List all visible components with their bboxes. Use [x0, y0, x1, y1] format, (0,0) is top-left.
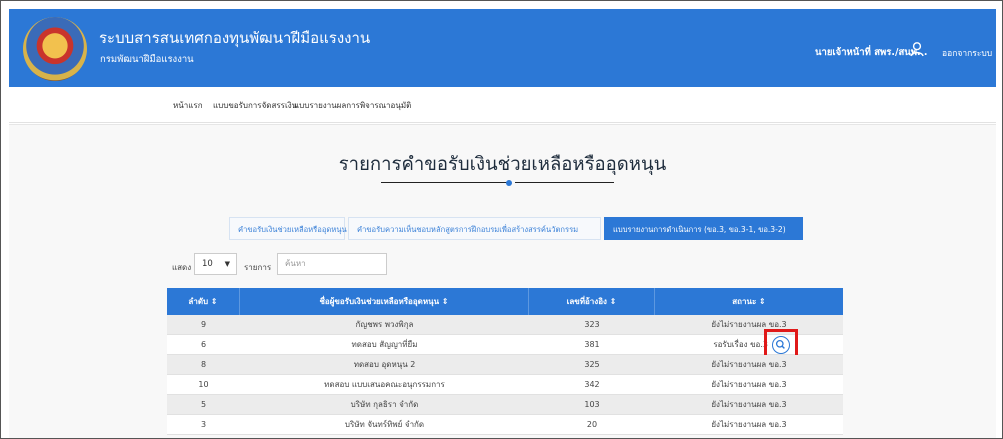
cell-no: 6	[200, 340, 207, 349]
page-title: รายการคำขอรับเงินช่วยเหลือหรืออุดหนุน	[338, 154, 667, 175]
cell-status: ยังไม่รายงานผล ขอ.3	[711, 400, 787, 409]
tab-operation-report[interactable]: แบบรายงานการดำเนินการ (ขอ.3, ขอ.3-1, ขอ.…	[604, 217, 803, 240]
cell-name: กัญชพร พวงพิกุล	[355, 320, 414, 329]
tab-subsidy-request[interactable]: คำขอรับเงินช่วยเหลือหรืออุดหนุน	[229, 217, 347, 240]
table-header: ลำดับ ⇕ ชื่อผู้ขอรับเงินช่วยเหลือหรืออุด…	[167, 288, 843, 315]
cell-ref: 20	[586, 420, 598, 429]
nav-item-allocation-request[interactable]: แบบขอรับการจัดสรรเงิน	[213, 99, 297, 112]
nav-item-approval-report[interactable]: แบบรายงานผลการพิจารณาอนุมัติ	[294, 99, 411, 112]
search-input[interactable]: ค้นหา	[277, 253, 387, 275]
page-length-value: 10	[202, 259, 213, 269]
cell-ref: 342	[584, 380, 600, 389]
page-length-select[interactable]: 10 ▼	[194, 253, 237, 275]
column-header-status[interactable]: สถานะ ⇕	[655, 288, 843, 315]
view-details-button[interactable]	[772, 336, 790, 354]
cell-ref: 381	[584, 340, 600, 349]
chevron-down-icon: ▼	[224, 260, 230, 268]
department-logo	[23, 17, 87, 81]
title-divider-left	[381, 182, 510, 183]
cell-name: ทดสอบ แบบเสนอคณะอนุกรรมการ	[324, 380, 445, 389]
magnifier-icon	[775, 339, 785, 349]
cell-name: ทดสอบ สัญญาที่ยืม	[351, 340, 418, 349]
browser-frame: ระบบสารสนเทศกองทุนพัฒนาฝีมือแรงงาน กรมพั…	[0, 0, 1003, 439]
main-content: รายการคำขอรับเงินช่วยเหลือหรืออุดหนุน คำ…	[9, 124, 996, 438]
cell-ref: 325	[584, 360, 600, 369]
table-row: 8 ทดสอบ อุดหนุน 2 325 ยังไม่รายงานผล ขอ.…	[167, 355, 843, 375]
column-header-name[interactable]: ชื่อผู้ขอรับเงินช่วยเหลือหรืออุดหนุน ⇕	[240, 288, 529, 315]
table-row: 9 กัญชพร พวงพิกุล 323 ยังไม่รายงานผล ขอ.…	[167, 315, 843, 335]
nav-item-home[interactable]: หน้าแรก	[173, 99, 203, 112]
requests-table: ลำดับ ⇕ ชื่อผู้ขอรับเงินช่วยเหลือหรืออุด…	[167, 288, 843, 435]
cell-no: 8	[200, 360, 207, 369]
column-header-no[interactable]: ลำดับ ⇕	[167, 288, 240, 315]
title-divider-dot	[506, 180, 512, 186]
cell-status: ยังไม่รายงานผล ขอ.3	[711, 420, 787, 429]
cell-status: ยังไม่รายงานผล ขอ.3	[711, 360, 787, 369]
cell-status: ยังไม่รายงานผล ขอ.3	[711, 380, 787, 389]
cell-status: รอรับเรื่อง ขอ.3	[713, 340, 768, 349]
top-nav: หน้าแรก แบบขอรับการจัดสรรเงิน แบบรายงานผ…	[9, 87, 996, 123]
cell-no: 5	[200, 400, 207, 409]
cell-ref: 323	[584, 320, 600, 329]
table-row: 6 ทดสอบ สัญญาที่ยืม 381 รอรับเรื่อง ขอ.3	[167, 329, 843, 360]
logout-link[interactable]: ออกจากระบบ	[942, 46, 992, 60]
cell-ref: 103	[584, 400, 600, 409]
table-row: 10 ทดสอบ แบบเสนอคณะอนุกรรมการ 342 ยังไม่…	[167, 375, 843, 395]
column-header-ref[interactable]: เลขที่อ้างอิง ⇕	[529, 288, 655, 315]
cell-name: บริษัท จันทร์ทิพย์ จำกัด	[344, 420, 425, 429]
table-row: 3 บริษัท จันทร์ทิพย์ จำกัด 20 ยังไม่รายง…	[167, 415, 843, 435]
cell-no: 3	[200, 420, 207, 429]
cell-no: 10	[198, 380, 209, 389]
cell-no: 9	[200, 320, 207, 329]
items-label: รายการ	[244, 263, 272, 272]
system-name: ระบบสารสนเทศกองทุนพัฒนาฝีมือแรงงาน	[99, 29, 371, 47]
tab-curriculum-approval[interactable]: คำขอรับความเห็นชอบหลักสูตรการฝึกอบรมเพื่…	[348, 217, 601, 240]
cell-name: ทดสอบ อุดหนุน 2	[353, 360, 416, 369]
user-icon[interactable]	[909, 41, 925, 57]
show-label: แสดง	[172, 263, 192, 272]
table-row: 5 บริษัท กุลธิรา จำกัด 103 ยังไม่รายงานผ…	[167, 395, 843, 415]
cell-status: ยังไม่รายงานผล ขอ.3	[711, 320, 787, 329]
title-divider-right	[515, 182, 614, 183]
app-header: ระบบสารสนเทศกองทุนพัฒนาฝีมือแรงงาน กรมพั…	[9, 9, 996, 87]
cell-name: บริษัท กุลธิรา จำกัด	[350, 400, 419, 409]
department-name: กรมพัฒนาฝีมือแรงงาน	[100, 54, 194, 65]
